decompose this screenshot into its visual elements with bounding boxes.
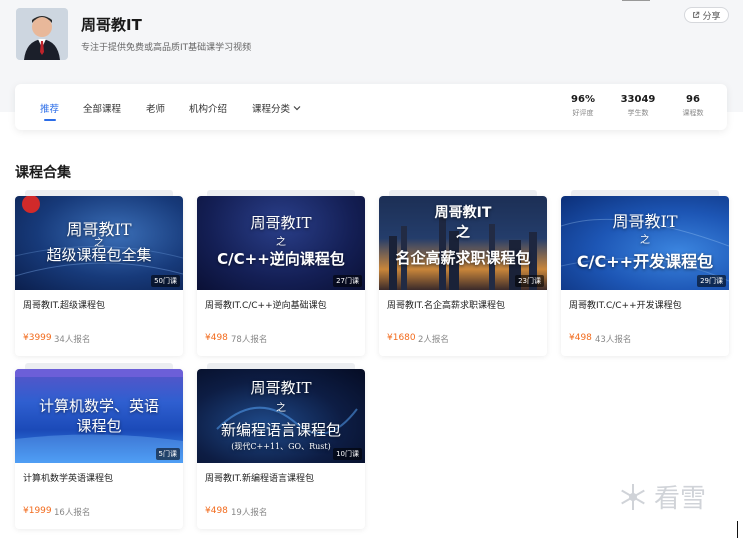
course-enrolled: 34人报名 xyxy=(54,335,91,345)
tab-all-courses[interactable]: 全部课程 xyxy=(83,101,121,115)
lesson-count-badge: 10门课 xyxy=(333,448,362,460)
divider xyxy=(622,0,650,1)
course-title[interactable]: 周哥教IT.超级课程包 xyxy=(23,298,178,311)
lesson-count-badge: 50门课 xyxy=(151,275,180,287)
course-enrolled: 19人报名 xyxy=(231,508,268,518)
stat-rating: 96% 好评度 xyxy=(563,94,603,118)
tab-recommend[interactable]: 推荐 xyxy=(40,101,59,115)
cover-line: C/C++逆向课程包 xyxy=(217,250,345,268)
nav-bar: 推荐 全部课程 老师 机构介绍 课程分类 96% 好评度 33049 学生数 9… xyxy=(15,84,727,130)
course-card[interactable]: 周哥教IT 之 名企高薪求职课程包 23门课 周哥教IT.名企高薪求职课程包 ¥… xyxy=(379,190,547,356)
lesson-count-badge: 23门课 xyxy=(515,275,544,287)
watermark-text: 看雪 xyxy=(654,484,707,514)
cover-line: 周哥教IT xyxy=(434,205,492,221)
course-card[interactable]: 计算机数学、英语 课程包 5门课 计算机数学英语课程包 ¥1999 16人报名 xyxy=(15,363,183,529)
course-card[interactable]: 周哥教IT 之 超级课程包全集 50门课 周哥教IT.超级课程包 ¥3999 3… xyxy=(15,190,183,356)
course-title[interactable]: 周哥教IT.名企高薪求职课程包 xyxy=(387,298,542,311)
tab-categories-label: 课程分类 xyxy=(252,104,291,115)
course-cover[interactable]: 周哥教IT 之 超级课程包全集 50门课 xyxy=(15,196,183,290)
text-cursor xyxy=(737,521,738,538)
course-cover[interactable]: 计算机数学、英语 课程包 5门课 xyxy=(15,369,183,463)
course-card[interactable]: 周哥教IT 之 C/C++开发课程包 29门课 周哥教IT.C/C++开发课程包… xyxy=(561,190,729,356)
course-price: ¥3999 xyxy=(23,333,52,343)
cover-line: 周哥教IT xyxy=(250,214,312,232)
stat-rating-label: 好评度 xyxy=(572,109,594,117)
course-enrolled: 2人报名 xyxy=(418,335,449,345)
stat-students-value: 33049 xyxy=(620,94,656,105)
cover-line: 周哥教IT xyxy=(250,379,312,397)
course-enrolled: 16人报名 xyxy=(54,508,91,518)
teacher-name: 周哥教IT xyxy=(81,16,142,34)
share-label: 分享 xyxy=(702,11,721,22)
share-button[interactable]: 分享 xyxy=(684,7,729,23)
course-title[interactable]: 周哥教IT.新编程语言课程包 xyxy=(205,471,360,484)
course-price: ¥498 xyxy=(569,333,592,343)
lesson-count-badge: 29门课 xyxy=(697,275,726,287)
teacher-description: 专注于提供免费或高品质IT基础课学习视频 xyxy=(81,43,252,53)
tab-teachers[interactable]: 老师 xyxy=(146,101,165,115)
course-card[interactable]: 周哥教IT 之 新编程语言课程包 (现代C++11、GO、Rust) 10门课 … xyxy=(197,363,365,529)
section-title: 课程合集 xyxy=(15,165,71,181)
cover-line: 之 xyxy=(456,225,470,241)
cover-line: 超级课程包全集 xyxy=(46,246,152,264)
course-cover[interactable]: 周哥教IT 之 新编程语言课程包 (现代C++11、GO、Rust) 10门课 xyxy=(197,369,365,463)
cover-line: 计算机数学、英语 xyxy=(38,397,159,415)
cover-line: 之 xyxy=(640,235,650,246)
course-price: ¥1680 xyxy=(387,333,416,343)
cover-line: C/C++开发课程包 xyxy=(576,252,714,271)
cover-line: 之 xyxy=(276,237,286,248)
snowflake-logo-icon xyxy=(621,483,645,510)
teacher-avatar-icon xyxy=(16,8,68,60)
watermark: 看雪 xyxy=(618,478,706,515)
course-enrolled: 78人报名 xyxy=(231,335,268,345)
stat-rating-value: 96% xyxy=(571,94,595,105)
course-title[interactable]: 计算机数学英语课程包 xyxy=(23,471,178,484)
course-card[interactable]: 周哥教IT 之 C/C++逆向课程包 27门课 周哥教IT.C/C++逆向基础课… xyxy=(197,190,365,356)
cover-line: 新编程语言课程包 xyxy=(220,421,341,439)
cover-line: 名企高薪求职课程包 xyxy=(395,249,531,267)
lesson-count-badge: 27门课 xyxy=(333,275,362,287)
lesson-count-badge: 5门课 xyxy=(155,448,180,460)
course-title[interactable]: 周哥教IT.C/C++开发课程包 xyxy=(569,298,724,311)
active-tab-indicator xyxy=(44,119,56,121)
course-cover[interactable]: 周哥教IT 之 C/C++逆向课程包 27门课 xyxy=(197,196,365,290)
course-enrolled: 43人报名 xyxy=(595,335,632,345)
course-cover[interactable]: 周哥教IT 之 C/C++开发课程包 29门课 xyxy=(561,196,729,290)
stat-courses-value: 96 xyxy=(686,94,700,105)
tab-categories[interactable]: 课程分类 xyxy=(252,101,301,115)
cover-line: 课程包 xyxy=(76,417,122,435)
chevron-down-icon xyxy=(293,106,301,111)
avatar[interactable] xyxy=(16,8,68,60)
stat-students: 33049 学生数 xyxy=(618,94,658,118)
course-price: ¥498 xyxy=(205,506,228,516)
course-price: ¥498 xyxy=(205,333,228,343)
tab-institution[interactable]: 机构介绍 xyxy=(189,101,227,115)
share-external-icon xyxy=(693,11,700,18)
cover-line: 之 xyxy=(276,403,286,414)
stat-courses: 96 课程数 xyxy=(673,94,713,118)
course-price: ¥1999 xyxy=(23,506,52,516)
stat-students-label: 学生数 xyxy=(627,109,649,117)
course-cover[interactable]: 周哥教IT 之 名企高薪求职课程包 23门课 xyxy=(379,196,547,290)
cover-line: 周哥教IT xyxy=(612,212,678,231)
stat-courses-label: 课程数 xyxy=(682,109,704,117)
course-title[interactable]: 周哥教IT.C/C++逆向基础课包 xyxy=(205,298,360,311)
